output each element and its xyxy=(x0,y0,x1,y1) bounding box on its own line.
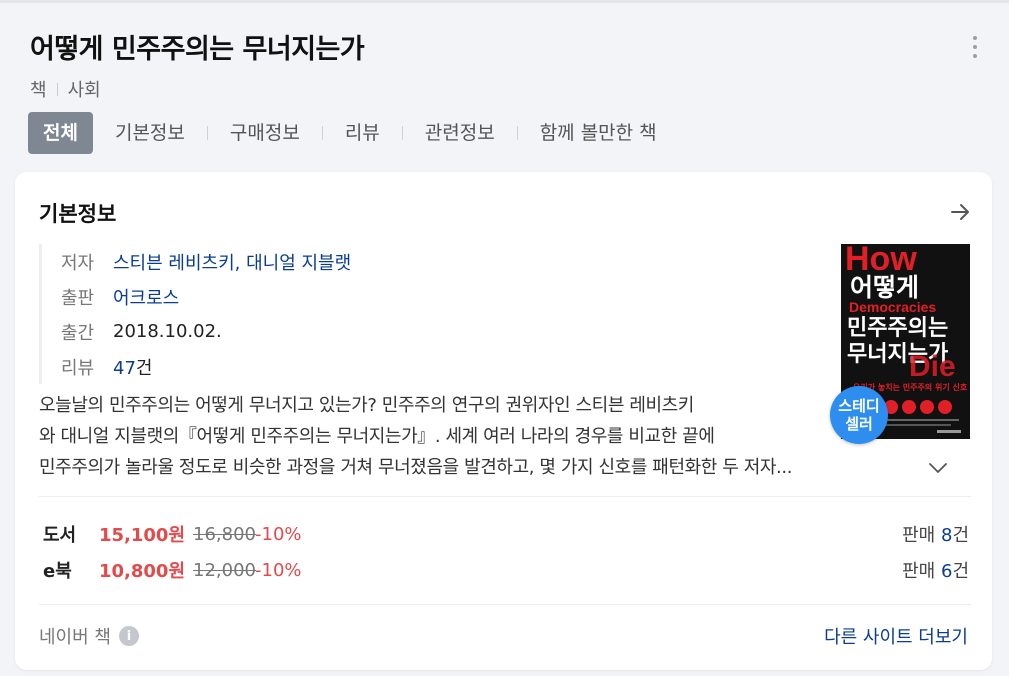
source-label: 네이버 책 xyxy=(39,627,111,648)
more-sites-link[interactable]: 다른 사이트 더보기 xyxy=(824,623,968,649)
chevron-down-icon[interactable] xyxy=(927,460,949,476)
date-row: 출간 2018.10.02. xyxy=(61,314,351,349)
author-link[interactable]: 스티븐 레비츠키, 대니얼 지블랫 xyxy=(113,249,351,275)
sold-count[interactable]: 판매 8건 xyxy=(902,521,969,547)
review-unit: 건 xyxy=(135,357,153,379)
divider xyxy=(39,496,971,497)
publisher-link[interactable]: 어크로스 xyxy=(113,284,179,310)
sold-number: 8 xyxy=(940,525,953,546)
tab-recommended-books[interactable]: 함께 볼만한 책 xyxy=(530,112,667,154)
header: 어떻게 민주주의는 무너지는가 책 사회 xyxy=(30,30,989,102)
sold-unit: 건 xyxy=(952,561,969,582)
description-line: 민주주의가 놀라울 정도로 비슷한 과정을 거쳐 무너졌음을 발견하고, 몇 가… xyxy=(39,457,793,478)
author-row: 저자 스티븐 레비츠키, 대니얼 지블랫 xyxy=(61,244,351,279)
source-info: 네이버 책 i xyxy=(39,623,139,649)
author-label: 저자 xyxy=(61,252,95,274)
description-line: 와 대니얼 지블랫의『어떻게 민주주의는 무너지는가』. 세계 여러 나라의 경… xyxy=(39,426,715,447)
steady-seller-badge: 스테디 셀러 xyxy=(830,386,888,444)
cover-title-line1: 어떻게 xyxy=(850,273,919,302)
tab-related-info[interactable]: 관련정보 xyxy=(415,112,505,154)
sold-label: 판매 xyxy=(902,525,936,546)
tab-purchase-info[interactable]: 구매정보 xyxy=(220,112,310,154)
page-title: 어떻게 민주주의는 무너지는가 xyxy=(30,34,365,65)
discount-rate: -10% xyxy=(255,559,302,581)
category-book: 책 xyxy=(30,80,47,101)
original-price: 12,000 xyxy=(193,559,256,581)
publish-date: 2018.10.02. xyxy=(113,321,222,342)
category-society: 사회 xyxy=(67,80,101,101)
cover-sub-text: Democracies xyxy=(849,299,936,315)
publisher-label: 출판 xyxy=(61,287,95,309)
sold-number: 6 xyxy=(940,561,953,582)
current-price: 10,800원 xyxy=(99,561,186,582)
book-info-list: 저자 스티븐 레비츠키, 대니얼 지블랫 출판 어크로스 출간 2018.10.… xyxy=(39,244,351,384)
divider xyxy=(39,604,971,605)
more-vertical-icon[interactable] xyxy=(969,36,981,62)
tab-all[interactable]: 전체 xyxy=(28,112,93,154)
info-icon[interactable]: i xyxy=(118,626,139,646)
badge-line1: 스테디 xyxy=(838,397,880,415)
description-line: 오늘날의 민주주의는 어떻게 무너지고 있는가? 민주주의 연구의 권위자인 스… xyxy=(39,395,694,416)
tab-bar: 전체 기본정보 구매정보 리뷰 관련정보 함께 볼만한 책 xyxy=(28,112,667,154)
cover-title-line2: 민주주의는 xyxy=(847,316,948,341)
top-border xyxy=(0,0,1009,3)
category-separator xyxy=(56,82,58,96)
review-label: 리뷰 xyxy=(61,357,95,379)
category-breadcrumb: 책 사회 xyxy=(30,76,989,102)
badge-line2: 셀러 xyxy=(845,415,873,433)
sold-unit: 건 xyxy=(952,525,969,546)
original-price: 16,800 xyxy=(193,523,256,545)
tab-separator xyxy=(401,126,403,140)
arrow-right-icon[interactable] xyxy=(948,200,972,224)
basic-info-card: 기본정보 저자 스티븐 레비츠키, 대니얼 지블랫 출판 어크로스 출간 201… xyxy=(15,172,992,670)
review-count: 47 xyxy=(113,357,136,379)
sold-label: 판매 xyxy=(902,561,936,582)
discount-rate: -10% xyxy=(255,523,302,545)
review-count-link[interactable]: 47건 xyxy=(113,354,152,380)
current-price: 15,100원 xyxy=(99,525,186,546)
cover-die-text: Die xyxy=(909,350,956,383)
tab-review[interactable]: 리뷰 xyxy=(335,112,390,154)
book-description: 오늘날의 민주주의는 어떻게 무너지고 있는가? 민주주의 연구의 권위자인 스… xyxy=(39,390,829,483)
date-label: 출간 xyxy=(61,322,95,344)
price-row-book[interactable]: 도서 15,100원 16,800 -10% 판매 8건 xyxy=(43,519,969,549)
publisher-row: 출판 어크로스 xyxy=(61,279,351,314)
price-row-ebook[interactable]: e북 10,800원 12,000 -10% 판매 6건 xyxy=(43,555,969,585)
tab-separator xyxy=(516,126,518,140)
tab-separator xyxy=(206,126,208,140)
sold-count[interactable]: 판매 6건 xyxy=(902,557,969,583)
card-title: 기본정보 xyxy=(39,202,117,226)
price-type: e북 xyxy=(43,561,72,582)
review-row: 리뷰 47건 xyxy=(61,349,351,384)
price-type: 도서 xyxy=(43,525,77,546)
tab-separator xyxy=(321,126,323,140)
tab-basic-info[interactable]: 기본정보 xyxy=(105,112,195,154)
